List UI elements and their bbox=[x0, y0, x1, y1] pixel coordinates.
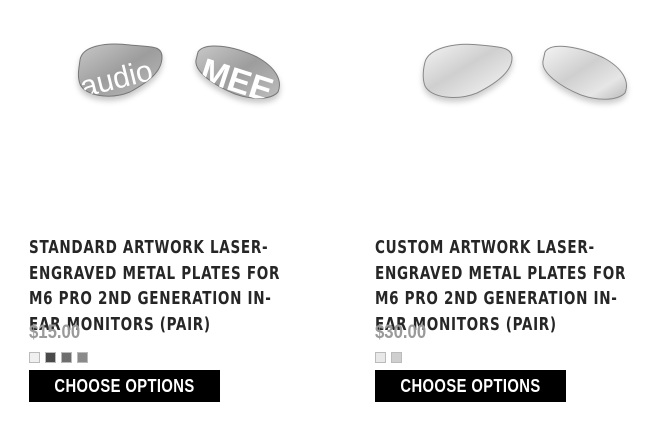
swatch-pattern-1[interactable] bbox=[61, 352, 72, 363]
swatch-gray[interactable] bbox=[391, 352, 402, 363]
right-plate-image bbox=[542, 45, 627, 100]
product-card: Custom Artwork Laser-Engraved Metal Plat… bbox=[345, 0, 660, 430]
choose-options-label: Choose Options bbox=[400, 376, 541, 396]
color-swatches bbox=[375, 352, 402, 363]
choose-options-button[interactable]: Choose Options bbox=[375, 370, 567, 402]
swatch-silver[interactable] bbox=[375, 352, 386, 363]
swatch-pattern-2[interactable] bbox=[77, 352, 88, 363]
right-plate-image: MEE bbox=[195, 45, 280, 110]
swatch-black[interactable] bbox=[45, 352, 56, 363]
plate-logo-right: MEE bbox=[196, 51, 278, 110]
product-price: $30.00 bbox=[375, 322, 427, 343]
product-image[interactable] bbox=[345, 0, 660, 220]
product-price: $15.00 bbox=[29, 322, 81, 343]
swatch-white[interactable] bbox=[29, 352, 40, 363]
color-swatches bbox=[29, 352, 88, 363]
left-plate-image bbox=[422, 43, 513, 98]
choose-options-label: Choose Options bbox=[54, 376, 195, 396]
left-plate-image: audio bbox=[77, 43, 163, 97]
choose-options-button[interactable]: Choose Options bbox=[29, 370, 221, 402]
product-image[interactable]: audio MEE bbox=[0, 0, 320, 220]
product-card: audio MEE Standard Artwork Laser-Engrave… bbox=[0, 0, 320, 430]
